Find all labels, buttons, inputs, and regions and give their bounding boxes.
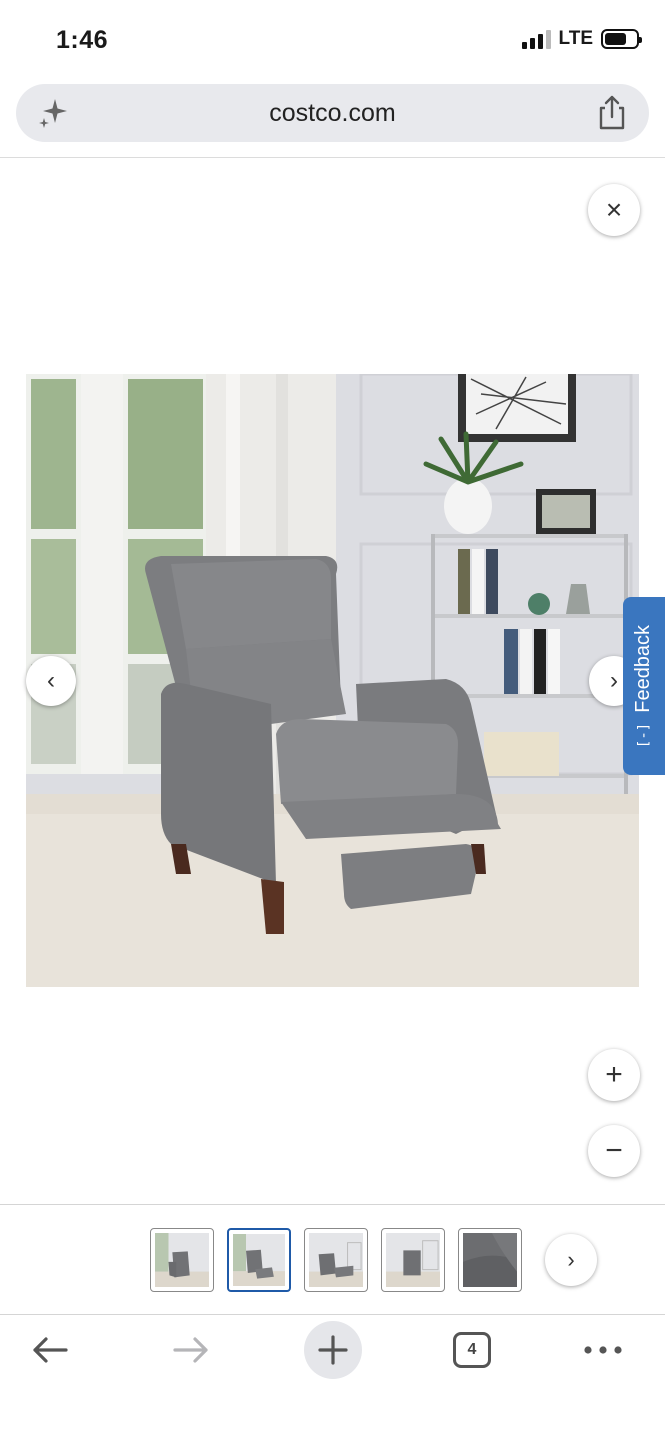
minus-icon: − <box>605 1134 623 1167</box>
chevron-right-icon: › <box>567 1247 575 1272</box>
divider <box>0 157 665 158</box>
thumbnail-image <box>386 1233 440 1287</box>
plus-icon: + <box>605 1058 623 1091</box>
chevron-left-icon: ‹ <box>47 667 55 694</box>
feedback-tab[interactable]: [-] Feedback <box>623 597 665 775</box>
page: 1:46 LTE costco.com × ‹ › [-] Feedback +… <box>0 0 665 1440</box>
divider <box>0 1314 665 1315</box>
url-text[interactable]: costco.com <box>16 99 649 128</box>
recliner-photo <box>26 374 639 987</box>
chevron-right-icon: › <box>610 667 618 694</box>
back-button[interactable] <box>24 1322 76 1378</box>
thumbnail[interactable] <box>458 1228 522 1292</box>
back-arrow-icon <box>33 1337 68 1363</box>
divider <box>0 1204 665 1205</box>
signal-icon <box>521 29 551 49</box>
tabs-button[interactable]: 4 <box>452 1322 492 1378</box>
close-button[interactable]: × <box>588 184 640 236</box>
thumbnail-image <box>463 1233 517 1287</box>
status-time: 1:46 <box>56 26 109 54</box>
product-image[interactable] <box>26 374 639 987</box>
more-button[interactable] <box>578 1322 628 1378</box>
tab-count: 4 <box>453 1332 491 1368</box>
new-tab-button[interactable] <box>304 1321 362 1379</box>
thumbnail[interactable] <box>381 1228 445 1292</box>
zoom-out-button[interactable]: − <box>588 1125 640 1177</box>
status-bar: 1:46 LTE <box>0 0 665 80</box>
forward-button[interactable] <box>165 1322 217 1378</box>
thumbnail-image <box>155 1233 209 1287</box>
thumbnail[interactable] <box>150 1228 214 1292</box>
zoom-in-button[interactable]: + <box>588 1049 640 1101</box>
more-dots-icon <box>584 1346 622 1354</box>
share-icon[interactable] <box>595 95 629 131</box>
network-label: LTE <box>558 28 593 49</box>
url-bar[interactable]: costco.com <box>16 84 649 142</box>
close-icon: × <box>605 194 623 225</box>
thumbnail-image <box>233 1234 285 1286</box>
thumbnail[interactable] <box>304 1228 368 1292</box>
thumbnails-next-button[interactable]: › <box>545 1234 597 1286</box>
feedback-icon: [-] <box>636 722 653 748</box>
status-icons: LTE <box>521 28 642 50</box>
plus-icon <box>318 1335 348 1365</box>
thumbnail-active[interactable] <box>227 1228 291 1292</box>
battery-icon <box>601 29 642 49</box>
thumbnail-image <box>309 1233 363 1287</box>
previous-image-button[interactable]: ‹ <box>26 656 76 706</box>
feedback-label: Feedback <box>632 624 655 713</box>
forward-arrow-icon <box>173 1337 208 1363</box>
